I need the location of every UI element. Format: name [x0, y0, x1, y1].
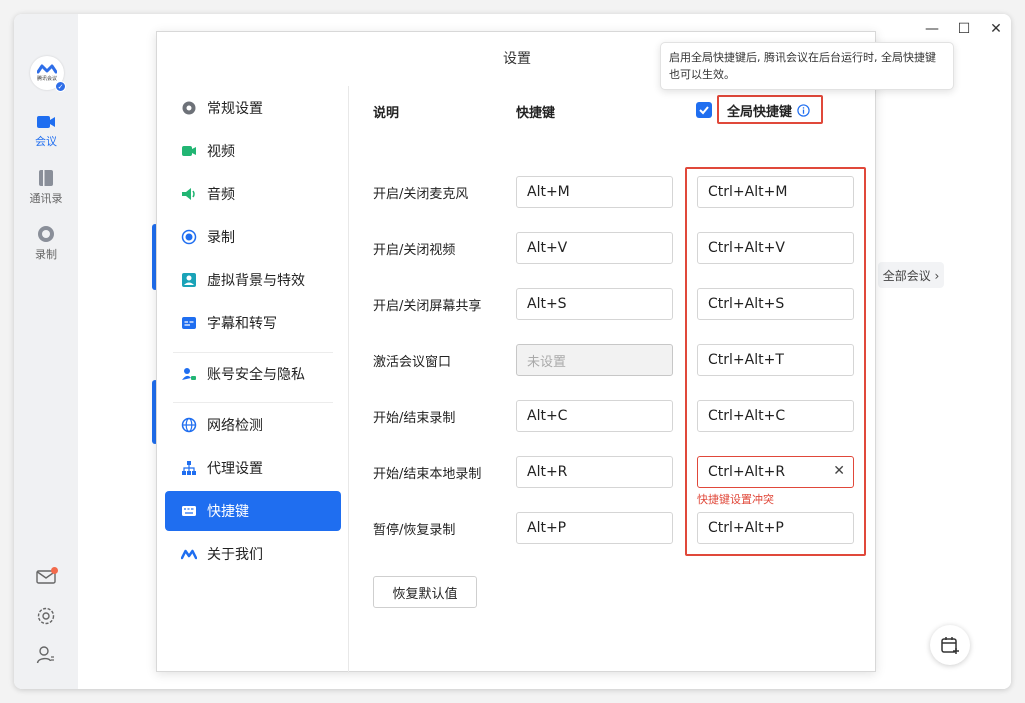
unread-dot	[51, 567, 58, 574]
global-shortcut-input[interactable]: Ctrl+Alt+M	[697, 176, 854, 208]
speaker-icon	[182, 188, 195, 200]
network-tree-icon	[182, 461, 196, 475]
nav-item-audio[interactable]: 音频	[165, 174, 341, 214]
gear-icon	[182, 101, 196, 115]
subtitle-icon	[182, 317, 196, 329]
app-logo[interactable]: 腾讯会议 ✓	[30, 56, 66, 92]
contacts-book-icon	[39, 170, 53, 186]
all-meetings-button[interactable]: 全部会议 ›	[878, 262, 944, 288]
nav-item-label: 视频	[207, 144, 235, 160]
restore-defaults-button[interactable]: 恢复默认值	[373, 576, 477, 608]
nav-item-general[interactable]: 常规设置	[165, 88, 341, 128]
app-logo-text: 腾讯会议	[36, 76, 57, 82]
nav-item-label: 代理设置	[207, 461, 263, 477]
nav-item-label: 网络检测	[207, 418, 263, 434]
rail-item-label: 通讯录	[29, 192, 63, 205]
shortcut-row-label: 开启/关闭麦克风	[373, 187, 469, 202]
user-switch-icon	[36, 646, 54, 664]
global-shortcuts-header: 全局快捷键	[727, 101, 810, 120]
rail-item-recordings[interactable]: 录制	[14, 225, 78, 262]
nav-item-shortcuts[interactable]: 快捷键	[165, 491, 341, 531]
shortcut-input[interactable]: Alt+S	[516, 288, 673, 320]
rail-item-label: 会议	[35, 135, 57, 148]
nav-item-label: 录制	[207, 230, 235, 246]
nav-divider	[173, 352, 333, 353]
shortcut-input[interactable]: Alt+C	[516, 400, 673, 432]
window-controls: — ☐ ✕	[923, 20, 1005, 38]
nav-item-subtitles[interactable]: 字幕和转写	[165, 303, 341, 343]
mail-button[interactable]	[34, 565, 58, 589]
nav-item-label: 关于我们	[207, 547, 263, 563]
shortcut-input[interactable]: Alt+M	[516, 176, 673, 208]
global-shortcut-input[interactable]: Ctrl+Alt+S	[697, 288, 854, 320]
shortcut-row-label: 开始/结束录制	[373, 411, 456, 426]
shortcuts-panel: 说明 快捷键 全局快捷键 开启/关闭麦克风 Alt+M Ctrl+Alt+M 开…	[349, 86, 877, 673]
record-icon	[38, 226, 54, 242]
nav-item-label: 字幕和转写	[207, 316, 277, 332]
video-icon	[182, 146, 196, 156]
nav-item-label: 虚拟背景与特效	[207, 273, 305, 289]
schedule-meeting-button[interactable]	[930, 625, 970, 665]
global-shortcut-input[interactable]: Ctrl+Alt+V	[697, 232, 854, 264]
app-logo-badge: ✓	[55, 81, 66, 92]
global-shortcut-tooltip: 启用全局快捷键后, 腾讯会议在后台运行时, 全局快捷键也可以生效。	[660, 42, 954, 90]
nav-item-about[interactable]: 关于我们	[165, 534, 341, 574]
keyboard-icon	[182, 506, 196, 516]
global-shortcuts-label: 全局快捷键	[727, 105, 793, 120]
globe-icon	[181, 417, 197, 433]
column-header-description: 说明	[373, 106, 400, 121]
shortcut-row-label: 开启/关闭屏幕共享	[373, 299, 482, 314]
nav-item-proxy[interactable]: 代理设置	[165, 448, 341, 488]
nav-item-label: 账号安全与隐私	[207, 367, 305, 383]
nav-divider	[173, 402, 333, 403]
calendar-add-icon	[941, 637, 959, 654]
clear-icon[interactable]: ✕	[833, 463, 845, 479]
shortcut-row-label: 暂停/恢复录制	[373, 523, 456, 538]
account-lock-icon	[182, 368, 196, 380]
video-camera-icon	[37, 116, 55, 128]
settings-button[interactable]	[34, 604, 58, 628]
left-rail: 腾讯会议 ✓ 会议 通讯录 录制	[14, 14, 78, 689]
global-shortcut-input[interactable]: Ctrl+Alt+C	[697, 400, 854, 432]
close-icon[interactable]: ✕	[987, 20, 1005, 38]
nav-item-video[interactable]: 视频	[165, 131, 341, 171]
global-shortcuts-checkbox[interactable]	[696, 102, 712, 118]
shortcut-input[interactable]: Alt+R	[516, 456, 673, 488]
column-header-shortcut: 快捷键	[516, 106, 556, 121]
tencent-meeting-logo-icon	[37, 64, 57, 74]
info-icon[interactable]	[797, 104, 810, 117]
global-shortcut-input[interactable]: Ctrl+Alt+P	[697, 512, 854, 544]
shortcut-row-label: 开始/结束本地录制	[373, 467, 482, 482]
record-icon	[181, 229, 197, 245]
check-icon	[699, 106, 709, 115]
global-shortcut-input[interactable]: Ctrl+Alt+T	[697, 344, 854, 376]
nav-item-label: 音频	[207, 187, 235, 203]
global-shortcut-input-conflict[interactable]: Ctrl+Alt+R ✕	[697, 456, 854, 488]
settings-dialog: 设置 常规设置 视频 音频 录制 虚拟背景与特效 字幕和转写 账号安全与隐私 网…	[156, 31, 877, 673]
gear-icon	[37, 607, 55, 625]
nav-item-virtual-background[interactable]: 虚拟背景与特效	[165, 260, 341, 300]
nav-item-label: 常规设置	[207, 101, 263, 117]
shortcut-input[interactable]: Alt+P	[516, 512, 673, 544]
maximize-icon[interactable]: ☐	[955, 20, 973, 38]
shortcut-input-unset[interactable]: 未设置	[516, 344, 673, 376]
nav-item-account-security[interactable]: 账号安全与隐私	[165, 354, 341, 394]
shortcut-row-label: 开启/关闭视频	[373, 243, 456, 258]
profile-button[interactable]	[34, 643, 58, 667]
tencent-meeting-logo-icon	[181, 549, 197, 560]
shortcut-row-label: 激活会议窗口	[373, 355, 452, 370]
nav-item-label: 快捷键	[207, 504, 249, 520]
rail-item-label: 录制	[35, 248, 57, 261]
rail-item-contacts[interactable]: 通讯录	[14, 169, 78, 206]
shortcut-input[interactable]: Alt+V	[516, 232, 673, 264]
rail-item-meetings[interactable]: 会议	[14, 114, 78, 149]
nav-item-recording[interactable]: 录制	[165, 217, 341, 257]
portrait-icon	[182, 273, 196, 287]
settings-nav: 常规设置 视频 音频 录制 虚拟背景与特效 字幕和转写 账号安全与隐私 网络检测…	[157, 86, 349, 673]
nav-item-network-check[interactable]: 网络检测	[165, 405, 341, 445]
minimize-icon[interactable]: —	[923, 20, 941, 38]
conflict-error-text: 快捷键设置冲突	[697, 493, 774, 506]
